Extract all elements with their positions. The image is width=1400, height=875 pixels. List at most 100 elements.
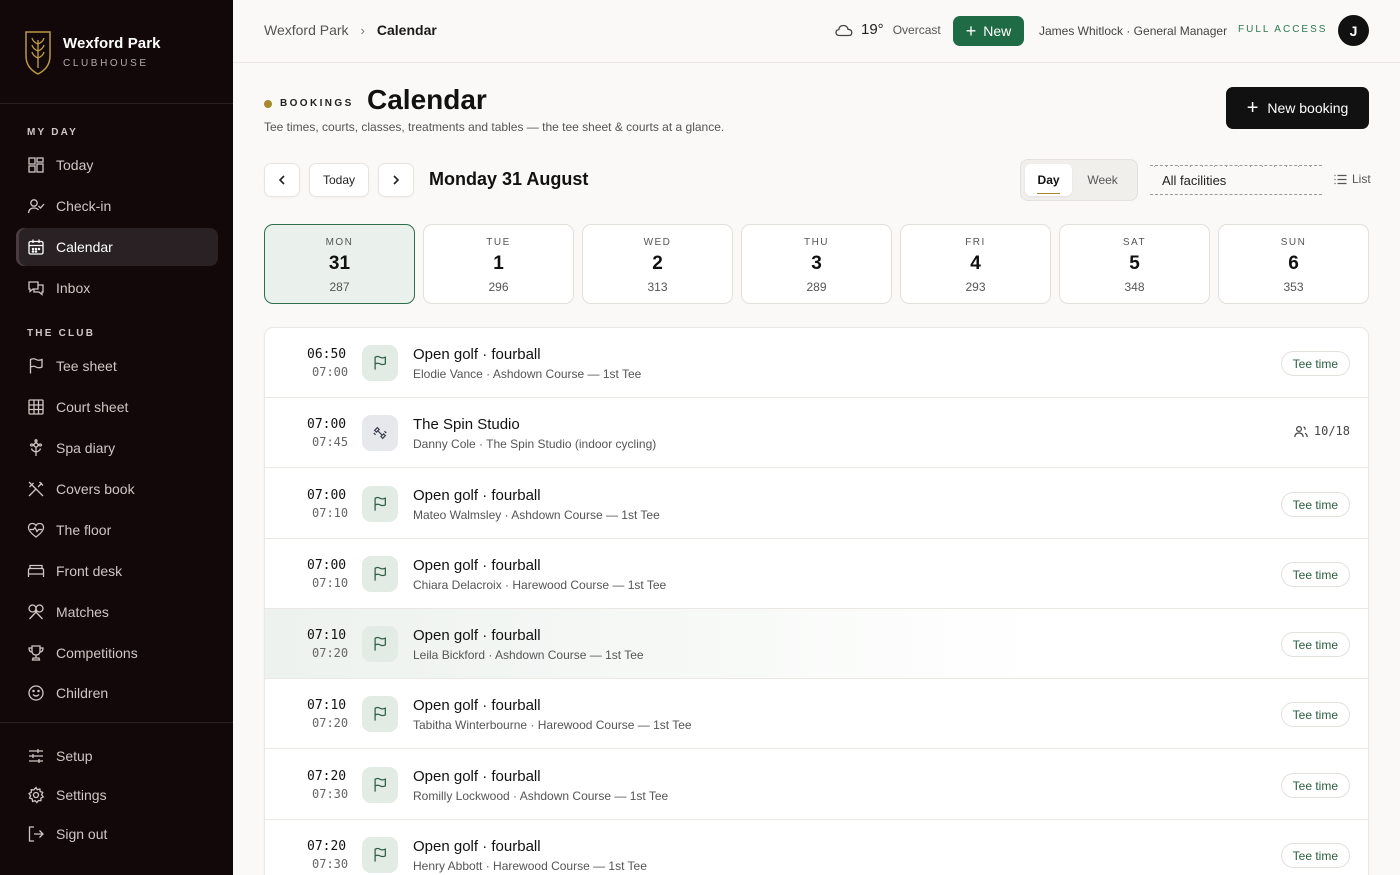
brand[interactable]: Wexford Park CLUBHOUSE: [0, 0, 233, 104]
day-number: 31: [328, 253, 351, 274]
sidebar-item-label: Settings: [56, 787, 107, 803]
day-number: 3: [811, 253, 822, 274]
day-card-fri[interactable]: FRI 4 293: [900, 224, 1051, 304]
today-button[interactable]: Today: [309, 163, 369, 197]
sidebar-item-calendar[interactable]: Calendar: [16, 228, 218, 266]
day-booking-count: 289: [806, 280, 827, 294]
booking-start-time: 07:10: [307, 628, 347, 643]
view-week[interactable]: Week: [1072, 164, 1133, 196]
sidebar-item-court-sheet[interactable]: Court sheet: [16, 388, 218, 426]
booking-row[interactable]: 07:10 07:20 Open golf · fourball Tabitha…: [265, 679, 1368, 749]
day-card-wed[interactable]: WED 2 313: [582, 224, 733, 304]
booking-row[interactable]: 07:20 07:30 Open golf · fourball Romilly…: [265, 750, 1368, 820]
booking-tag: Tee time: [1280, 632, 1350, 657]
booking-start-time: 07:00: [307, 488, 347, 503]
sidebar-item-settings[interactable]: Settings: [16, 776, 218, 814]
booking-type-badge: [362, 696, 398, 732]
booking-end-time: 07:00: [312, 365, 349, 379]
flag-icon: [374, 777, 386, 792]
booking-tag: Tee time: [1280, 351, 1350, 376]
page-title: Calendar: [367, 84, 487, 115]
crossed-rackets-icon: [28, 604, 44, 620]
booking-title: Open golf · fourball: [413, 346, 541, 363]
list-label: List: [1352, 172, 1371, 186]
day-card-mon[interactable]: MON 31 287: [264, 224, 415, 304]
sidebar-item-tee-sheet[interactable]: Tee sheet: [16, 347, 218, 385]
sidebar-item-competitions[interactable]: Competitions: [16, 634, 218, 672]
sidebar-item-label: Front desk: [56, 563, 123, 579]
view-day[interactable]: Day: [1025, 164, 1073, 196]
booking-title: Open golf · fourball: [413, 627, 541, 644]
booking-row[interactable]: 06:50 07:00 Open golf · fourball Elodie …: [265, 328, 1368, 398]
booking-row[interactable]: 07:10 07:20 Open golf · fourball Leila B…: [265, 609, 1368, 679]
plus-icon: +: [1246, 97, 1259, 119]
eyebrow: BOOKINGS: [264, 98, 354, 109]
sidebar-item-today[interactable]: Today: [16, 146, 218, 184]
new-button[interactable]: + New: [953, 16, 1024, 46]
booking-detail: Henry Abbott · Harewood Course — 1st Tee: [413, 859, 647, 873]
sidebar-item-label: Sign out: [56, 826, 108, 842]
weather: 19° Overcast: [835, 21, 941, 38]
bed-icon: [27, 564, 45, 577]
flag-icon: [374, 636, 386, 651]
sidebar-item-setup[interactable]: Setup: [16, 737, 218, 775]
booking-row[interactable]: 07:00 07:45 The Spin Studio Danny Cole ·…: [265, 398, 1368, 468]
prev-day-button[interactable]: [264, 163, 300, 197]
sidebar: Wexford Park CLUBHOUSE MY DAY Today Chec…: [0, 0, 233, 875]
booking-row[interactable]: 07:20 07:30 Open golf · fourball Henry A…: [265, 820, 1368, 875]
gold-dot-icon: [264, 99, 272, 108]
day-number: 5: [1129, 253, 1140, 274]
booking-end-time: 07:30: [312, 857, 349, 871]
breadcrumb: Wexford Park › Calendar: [264, 22, 437, 38]
booking-tag: Tee time: [1280, 843, 1350, 868]
day-dow: MON: [325, 237, 354, 248]
sidebar-item-matches[interactable]: Matches: [16, 593, 218, 631]
sidebar-item-the-floor[interactable]: The floor: [16, 511, 218, 549]
breadcrumb-root[interactable]: Wexford Park: [264, 22, 349, 38]
user-check-icon: [27, 199, 45, 214]
booking-tag: Tee time: [1280, 492, 1350, 517]
sidebar-item-spa-diary[interactable]: Spa diary: [16, 429, 218, 467]
day-card-tue[interactable]: TUE 1 296: [423, 224, 574, 304]
eyebrow-label: BOOKINGS: [280, 98, 354, 109]
new-booking-label: New booking: [1267, 100, 1349, 116]
day-booking-count: 353: [1283, 280, 1304, 294]
booking-row[interactable]: 07:00 07:10 Open golf · fourball Mateo W…: [265, 469, 1368, 539]
booking-detail: Elodie Vance · Ashdown Course — 1st Tee: [413, 367, 642, 381]
day-number: 6: [1288, 253, 1299, 274]
cutlery-icon: [28, 481, 44, 497]
new-booking-button[interactable]: + New booking: [1226, 87, 1369, 129]
booking-title: Open golf · fourball: [413, 838, 541, 855]
booking-row[interactable]: 07:00 07:10 Open golf · fourball Chiara …: [265, 539, 1368, 609]
booking-title: Open golf · fourball: [413, 557, 541, 574]
sidebar-item-front-desk[interactable]: Front desk: [16, 552, 218, 590]
sidebar-item-inbox[interactable]: Inbox: [16, 269, 218, 307]
day-card-sun[interactable]: SUN 6 353: [1218, 224, 1369, 304]
breadcrumb-current: Calendar: [376, 22, 437, 38]
sidebar-item-label: The floor: [56, 522, 112, 538]
next-day-button[interactable]: [378, 163, 414, 197]
sidebar-item-covers-book[interactable]: Covers book: [16, 470, 218, 508]
facility-filter[interactable]: All facilities: [1150, 165, 1322, 195]
court-grid-icon: [28, 399, 44, 415]
list-view-toggle[interactable]: List: [1334, 172, 1371, 186]
day-card-sat[interactable]: SAT 5 348: [1059, 224, 1210, 304]
booking-detail: Mateo Walmsley · Ashdown Course — 1st Te…: [413, 508, 660, 522]
booking-start-time: 06:50: [307, 347, 347, 362]
avatar[interactable]: J: [1338, 15, 1369, 46]
sliders-icon: [29, 749, 43, 763]
sidebar-item-label: Spa diary: [56, 440, 116, 456]
chevron-left-icon: [278, 175, 285, 185]
sidebar-item-children[interactable]: Children: [16, 674, 218, 712]
booking-type-badge: [362, 626, 398, 662]
chevron-right-icon: [393, 175, 400, 185]
sidebar-item-sign-out[interactable]: Sign out: [16, 815, 218, 853]
booking-title: Open golf · fourball: [413, 697, 541, 714]
temperature: 19°: [861, 21, 884, 38]
cloud-icon: [835, 24, 853, 36]
booking-start-time: 07:10: [307, 698, 347, 713]
sidebar-item-check-in[interactable]: Check-in: [16, 187, 218, 225]
list-icon: [1334, 174, 1347, 184]
day-card-thu[interactable]: THU 3 289: [741, 224, 892, 304]
brand-sub: CLUBHOUSE: [63, 57, 149, 69]
